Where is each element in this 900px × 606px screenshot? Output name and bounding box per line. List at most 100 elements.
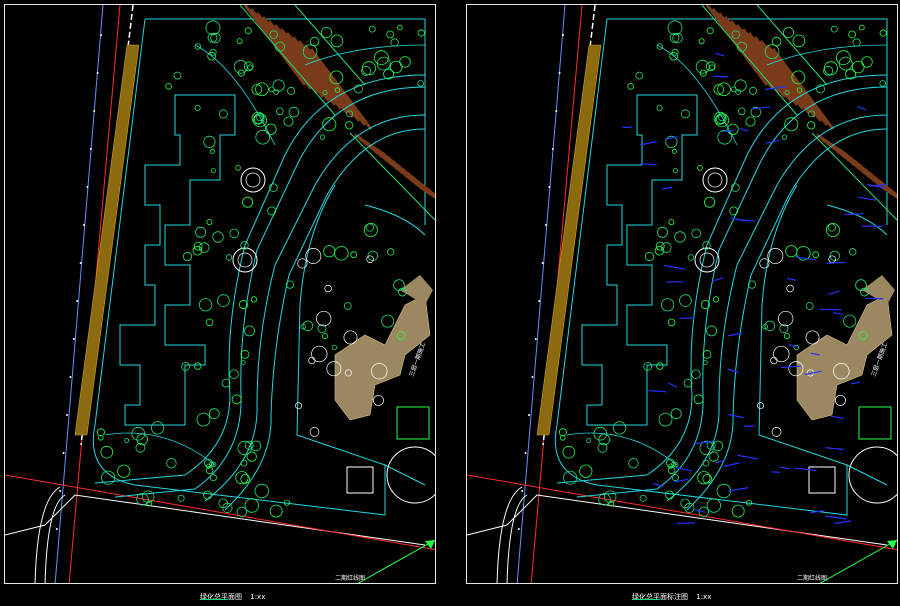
annotation-leader	[832, 312, 843, 315]
tree-symbol	[240, 360, 246, 366]
tree-symbol	[387, 248, 395, 256]
left-caption-scale: 1:xx	[250, 593, 266, 601]
annotation-leader	[787, 277, 797, 281]
tree-symbol	[311, 345, 328, 363]
annotation-leader	[723, 462, 741, 468]
tree-symbol	[679, 294, 692, 307]
tree-symbol	[843, 314, 857, 328]
tree-symbol	[236, 506, 248, 518]
tree-symbol	[786, 284, 794, 293]
planting-group	[96, 20, 425, 518]
tree-symbol	[212, 231, 224, 243]
tree-symbol	[665, 490, 675, 500]
tree-symbol	[805, 302, 814, 310]
tree-symbol	[209, 148, 215, 154]
tree-symbol	[240, 459, 248, 467]
survey-tick	[76, 300, 79, 302]
garden-path	[304, 44, 426, 66]
tree-symbol	[635, 71, 644, 80]
tree-symbol	[879, 29, 887, 37]
tree-symbol	[709, 64, 715, 70]
roundabout-inner	[699, 252, 715, 268]
tree-symbol	[749, 86, 758, 95]
green-square-feature	[858, 406, 892, 440]
annotation-leader	[640, 163, 657, 166]
brown-paving-strip	[536, 44, 602, 436]
tree-symbol	[236, 38, 243, 45]
survey-tick	[93, 110, 96, 112]
square-pavilion	[346, 466, 374, 494]
survey-tick	[555, 110, 558, 112]
tree-symbol	[225, 254, 233, 261]
east-block-arc	[826, 204, 888, 236]
tree-symbol	[644, 251, 655, 262]
right-plan-panel: 二期红线图 三层一期施工	[466, 4, 898, 584]
tree-symbol	[848, 30, 857, 39]
north-arrow-line	[819, 539, 897, 583]
survey-tick	[69, 376, 72, 378]
annotation-leader	[824, 515, 847, 520]
tree-symbol	[562, 445, 576, 459]
tree-symbol	[764, 320, 776, 332]
tree-symbol	[283, 116, 294, 127]
annotation-leader	[728, 413, 744, 419]
south-road-edge	[5, 494, 426, 546]
tree-symbol	[671, 148, 677, 154]
tree-symbol	[687, 254, 695, 261]
annotation-leader	[648, 390, 667, 393]
tree-symbol	[697, 165, 703, 171]
annotation-leader	[712, 75, 729, 78]
tree-symbol	[683, 378, 693, 388]
east-pergola-group	[349, 132, 435, 221]
left-caption-underline	[200, 599, 228, 600]
tree-symbol	[309, 427, 320, 437]
tree-symbol	[579, 464, 593, 478]
annotation-leader	[679, 317, 695, 319]
survey-tick	[83, 224, 85, 226]
survey-tick	[517, 528, 520, 530]
tree-symbol	[389, 60, 403, 74]
green-square-feature	[396, 406, 430, 440]
annotation-leader	[828, 290, 840, 295]
tree-symbol	[124, 438, 130, 443]
annotation-leader	[858, 196, 876, 201]
tree-symbol	[96, 428, 105, 437]
survey-tick	[551, 148, 554, 150]
brown-paving-strip	[74, 44, 140, 436]
tree-symbol	[363, 222, 378, 237]
annotation-leader	[663, 264, 686, 270]
tree-symbol	[288, 106, 300, 118]
annotation-leader	[826, 261, 846, 264]
tree-symbol	[321, 333, 328, 340]
left-landscape-plan-drawing: 二期红线图三层一期施工	[5, 5, 435, 583]
tree-symbol	[255, 129, 271, 145]
tree-symbol	[182, 251, 193, 262]
tree-symbol	[208, 408, 220, 420]
tree-symbol	[165, 83, 172, 90]
tree-symbol	[656, 104, 663, 111]
tree-symbol	[691, 228, 702, 239]
annotation-leader	[834, 520, 852, 525]
tree-symbol	[324, 284, 332, 293]
tree-symbol	[210, 168, 216, 174]
tree-symbol	[680, 109, 690, 119]
roundabout-inner	[237, 252, 253, 268]
tree-symbol	[691, 369, 701, 379]
tree-symbol	[782, 26, 794, 38]
survey-tick	[531, 376, 534, 378]
left-plan-panel: 二期红线图 三层一期施工	[4, 4, 436, 584]
tree-symbol	[855, 279, 867, 291]
tree-symbol	[702, 349, 712, 359]
tree-symbol	[205, 318, 214, 327]
tree-symbol	[661, 298, 675, 312]
tree-symbol	[350, 251, 358, 259]
tree-symbol	[229, 228, 240, 239]
garden-path	[104, 432, 216, 466]
tree-symbol	[195, 226, 207, 238]
annotation-leader	[857, 105, 867, 111]
tree-symbol	[879, 80, 887, 87]
survey-tick	[524, 452, 527, 454]
tree-symbol	[807, 121, 816, 130]
tree-symbol	[267, 206, 277, 216]
tree-symbol	[656, 362, 664, 370]
